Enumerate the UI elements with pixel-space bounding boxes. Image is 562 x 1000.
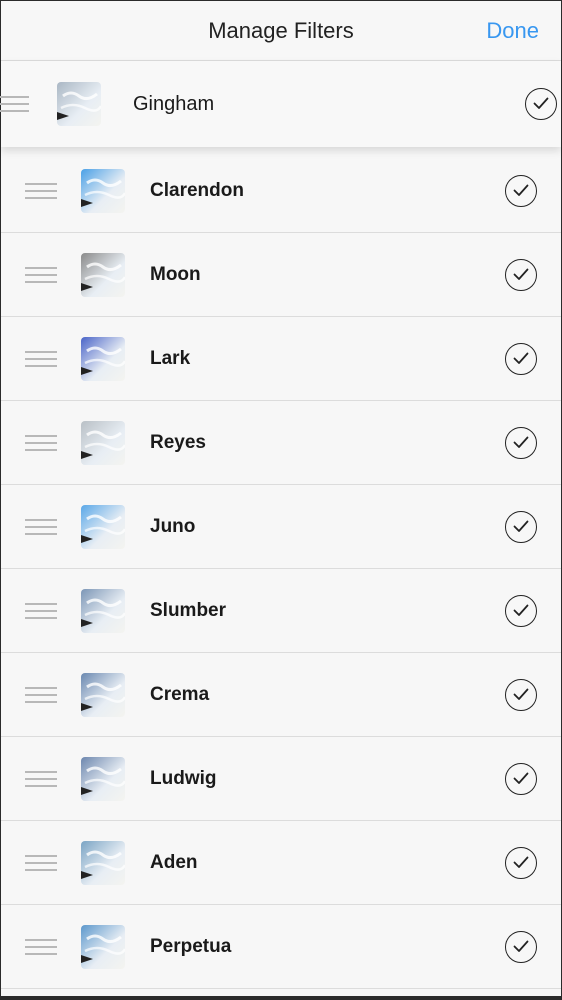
filter-row-juno[interactable]: Juno bbox=[1, 485, 561, 569]
filter-thumbnail bbox=[81, 589, 125, 633]
drag-handle-icon[interactable] bbox=[25, 939, 57, 955]
filter-name: Crema bbox=[150, 684, 210, 705]
filter-row-clarendon[interactable]: Clarendon bbox=[1, 149, 561, 233]
checkmark-icon[interactable] bbox=[505, 763, 537, 795]
filter-thumbnail bbox=[81, 841, 125, 885]
checkmark-icon[interactable] bbox=[505, 847, 537, 879]
filter-thumbnail bbox=[81, 253, 125, 297]
drag-handle-icon[interactable] bbox=[25, 687, 57, 703]
checkmark-icon[interactable] bbox=[505, 595, 537, 627]
filter-thumbnail bbox=[57, 82, 101, 126]
filter-row-perpetua[interactable]: Perpetua bbox=[1, 905, 561, 989]
drag-handle-icon[interactable] bbox=[25, 351, 57, 367]
filter-thumbnail bbox=[81, 925, 125, 969]
checkmark-icon[interactable] bbox=[505, 343, 537, 375]
filter-row-gingham[interactable]: Gingham bbox=[0, 61, 561, 147]
checkmark-icon[interactable] bbox=[505, 679, 537, 711]
filter-thumbnail bbox=[81, 673, 125, 717]
drag-handle-icon[interactable] bbox=[25, 519, 57, 535]
filter-thumbnail bbox=[81, 169, 125, 213]
filter-row-slumber[interactable]: Slumber bbox=[1, 569, 561, 653]
drag-handle-icon[interactable] bbox=[25, 267, 57, 283]
navigation-bar: Manage Filters Done bbox=[1, 1, 561, 61]
filter-name: Ludwig bbox=[150, 768, 217, 789]
checkmark-icon[interactable] bbox=[525, 88, 557, 120]
filter-thumbnail bbox=[81, 505, 125, 549]
drag-handle-icon[interactable] bbox=[25, 435, 57, 451]
drag-handle-icon[interactable] bbox=[25, 771, 57, 787]
filter-row-aden[interactable]: Aden bbox=[1, 821, 561, 905]
filter-name: Reyes bbox=[150, 432, 206, 453]
filter-row-lark[interactable]: Lark bbox=[1, 317, 561, 401]
filter-name: Juno bbox=[150, 516, 196, 537]
filter-thumbnail bbox=[81, 757, 125, 801]
filter-name: Aden bbox=[150, 852, 198, 873]
filter-name: Lark bbox=[150, 348, 191, 369]
checkmark-icon[interactable] bbox=[505, 931, 537, 963]
filter-row-reyes[interactable]: Reyes bbox=[1, 401, 561, 485]
bottom-border bbox=[1, 996, 561, 999]
checkmark-icon[interactable] bbox=[505, 259, 537, 291]
filter-name: Perpetua bbox=[150, 936, 232, 957]
drag-handle-icon[interactable] bbox=[25, 183, 57, 199]
filter-name: Slumber bbox=[150, 600, 227, 621]
drag-handle-icon[interactable] bbox=[25, 603, 57, 619]
filter-thumbnail bbox=[81, 421, 125, 465]
checkmark-icon[interactable] bbox=[505, 511, 537, 543]
filter-name: Moon bbox=[150, 264, 201, 285]
filter-row-crema[interactable]: Crema bbox=[1, 653, 561, 737]
filter-row-moon[interactable]: Moon bbox=[1, 233, 561, 317]
filter-name: Clarendon bbox=[150, 180, 244, 201]
filter-row-ludwig[interactable]: Ludwig bbox=[1, 737, 561, 821]
checkmark-icon[interactable] bbox=[505, 427, 537, 459]
filter-name: Gingham bbox=[133, 93, 215, 115]
done-button[interactable]: Done bbox=[486, 1, 539, 61]
drag-handle-icon[interactable] bbox=[0, 96, 29, 112]
checkmark-icon[interactable] bbox=[505, 175, 537, 207]
drag-handle-icon[interactable] bbox=[25, 855, 57, 871]
page-title: Manage Filters bbox=[208, 18, 354, 43]
filter-thumbnail bbox=[81, 337, 125, 381]
